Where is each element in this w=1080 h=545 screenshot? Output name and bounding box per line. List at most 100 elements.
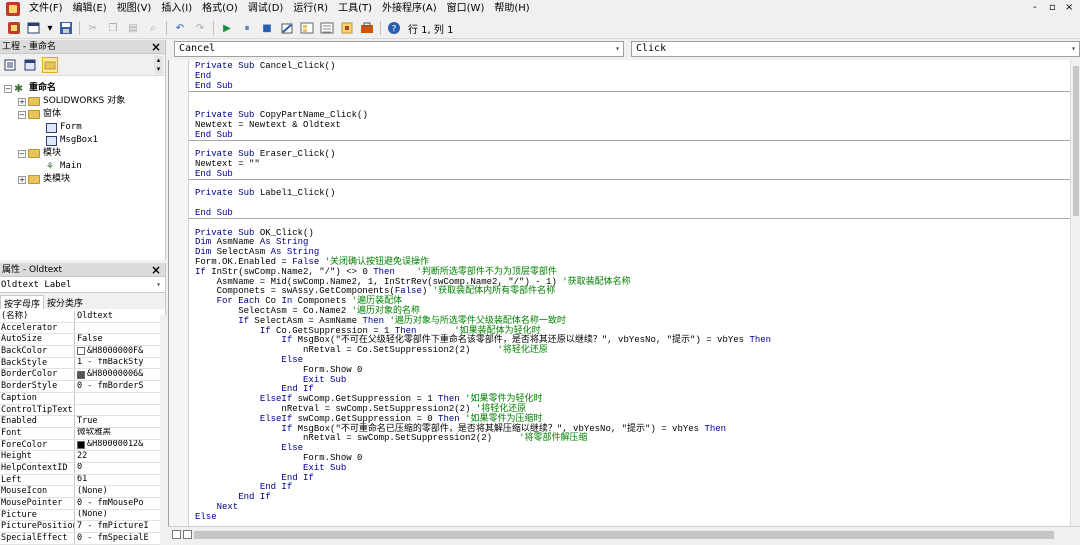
- tree-node-forms[interactable]: − 窗体: [18, 108, 61, 121]
- menu-help[interactable]: 帮助(H): [489, 0, 534, 18]
- property-row[interactable]: BorderColor &H80000006&: [0, 369, 160, 382]
- close-window-button[interactable]: ×: [1065, 1, 1073, 15]
- help-icon[interactable]: ?: [386, 20, 402, 36]
- minimize-button[interactable]: -: [1033, 1, 1037, 15]
- property-row[interactable]: Font 微软雅黑: [0, 427, 160, 440]
- property-row[interactable]: (名称) Oldtext: [0, 311, 160, 323]
- code-line[interactable]: End If: [195, 482, 292, 492]
- save-icon[interactable]: [58, 20, 74, 36]
- toolbox-icon[interactable]: [359, 20, 375, 36]
- collapse-icon[interactable]: −: [18, 149, 26, 158]
- menu-addins[interactable]: 外接程序(A): [377, 0, 442, 18]
- copy-icon[interactable]: ❐: [105, 20, 121, 36]
- view-code-icon[interactable]: [2, 57, 18, 73]
- object-combo[interactable]: Cancel ▾: [174, 41, 624, 57]
- code-line[interactable]: Exit Sub: [195, 375, 346, 385]
- view-object-icon[interactable]: [22, 57, 38, 73]
- code-line[interactable]: Else: [195, 355, 303, 365]
- vba-app-icon[interactable]: [6, 2, 20, 16]
- menu-tools[interactable]: 工具(T): [333, 0, 377, 18]
- code-line[interactable]: Private Sub OK_Click(): [195, 228, 314, 238]
- code-line[interactable]: Componets = swAssy.GetComponents(False) …: [195, 286, 555, 296]
- collapse-icon[interactable]: −: [18, 110, 26, 119]
- code-line[interactable]: nRetval = Co.SetSuppression2(2) '将轻化还原: [195, 345, 548, 355]
- reset-icon[interactable]: ■: [259, 20, 275, 36]
- restore-button[interactable]: ▫: [1049, 1, 1056, 15]
- code-line[interactable]: End If: [195, 492, 270, 502]
- menu-run[interactable]: 运行(R): [288, 0, 333, 18]
- view-host-app-icon[interactable]: [6, 20, 22, 36]
- menu-view[interactable]: 视图(V): [112, 0, 157, 18]
- collapse-icon[interactable]: −: [4, 84, 12, 93]
- property-row[interactable]: MouseIcon (None): [0, 486, 160, 498]
- code-line[interactable]: nRetval = swComp.SetSuppression2(2) '将零部…: [195, 433, 587, 443]
- object-browser-icon[interactable]: [339, 20, 355, 36]
- property-row[interactable]: BorderStyle 0 - fmBorderS: [0, 381, 160, 393]
- code-line[interactable]: End Sub: [195, 208, 233, 218]
- code-line[interactable]: Form.Show 0: [195, 453, 362, 463]
- property-row[interactable]: Height 22: [0, 451, 160, 463]
- code-line[interactable]: If MsgBox("不可在父级轻化零部件下重命名该零部件，是否将其还原以继续？…: [195, 335, 771, 345]
- property-row[interactable]: Caption: [0, 392, 160, 405]
- run-icon[interactable]: ▶: [219, 20, 235, 36]
- code-line[interactable]: End Sub: [195, 169, 233, 179]
- tree-node-msgbox1[interactable]: MsgBox1: [46, 134, 98, 147]
- code-line[interactable]: End If: [195, 384, 313, 394]
- code-line[interactable]: Dim SelectAsm As String: [195, 247, 319, 257]
- code-line[interactable]: Exit Sub: [195, 463, 346, 473]
- find-icon[interactable]: ⌕: [145, 20, 161, 36]
- code-line[interactable]: If SelectAsm = AsmName Then '遍历对象与所选零件父级…: [195, 316, 566, 326]
- undo-icon[interactable]: ↶: [172, 20, 188, 36]
- toolbar-overflow-icon[interactable]: ▴ ▾: [154, 56, 163, 74]
- code-line[interactable]: End: [195, 71, 211, 81]
- tree-node-main[interactable]: ⚘ Main: [46, 160, 82, 173]
- code-line[interactable]: Form.OK.Enabled = False '关闭确认按钮避免误操作: [195, 257, 429, 267]
- code-line[interactable]: Private Sub CopyPartName_Click(): [195, 110, 368, 120]
- insert-userform-icon[interactable]: [26, 20, 42, 36]
- property-row[interactable]: ControlTipText: [0, 404, 160, 417]
- properties-close-button[interactable]: ×: [151, 263, 161, 277]
- menu-file[interactable]: 文件(F): [24, 0, 68, 18]
- property-row[interactable]: SpecialEffect 0 - fmSpecialE: [0, 533, 160, 545]
- menu-format[interactable]: 格式(O): [197, 0, 243, 18]
- procedure-combo[interactable]: Click ▾: [631, 41, 1080, 57]
- pause-icon[interactable]: ⏸: [239, 20, 255, 36]
- code-line[interactable]: Newtext = Newtext & Oldtext: [195, 120, 341, 130]
- properties-scrollbar[interactable]: [160, 315, 166, 544]
- scroll-thumb[interactable]: [1073, 66, 1079, 216]
- tab-alphabetic[interactable]: 按字母序: [0, 295, 45, 310]
- property-row[interactable]: Enabled True: [0, 416, 160, 428]
- project-pane-close-button[interactable]: ×: [151, 40, 161, 54]
- property-row[interactable]: ForeColor &H80000012&: [0, 439, 160, 452]
- tab-categorized[interactable]: 按分类序: [44, 295, 86, 309]
- code-horizontal-scrollbar[interactable]: [168, 526, 1080, 544]
- code-margin[interactable]: [169, 60, 189, 526]
- property-row[interactable]: BackColor &H8000000F&: [0, 346, 160, 358]
- property-row[interactable]: AutoSize False: [0, 334, 160, 347]
- redo-icon[interactable]: ↷: [192, 20, 208, 36]
- code-line[interactable]: Private Sub Eraser_Click(): [195, 149, 335, 159]
- code-line[interactable]: Form.Show 0: [195, 365, 362, 375]
- code-line[interactable]: Newtext = "": [195, 159, 260, 169]
- dropdown-arrow-icon[interactable]: ▾: [46, 20, 54, 36]
- expand-icon[interactable]: +: [18, 97, 26, 106]
- procedure-view-icon[interactable]: [172, 530, 181, 539]
- chevron-down-icon[interactable]: ▾: [1071, 42, 1076, 56]
- property-row[interactable]: Accelerator: [0, 322, 160, 335]
- tree-node-solidworks-objects[interactable]: + SOLIDWORKS 对象: [18, 95, 125, 108]
- design-mode-icon[interactable]: [279, 20, 295, 36]
- toggle-folders-icon[interactable]: [42, 56, 58, 73]
- menu-window[interactable]: 窗口(W): [442, 0, 490, 18]
- code-line[interactable]: For Each Co In Componets '遍历装配体: [195, 296, 402, 306]
- tree-node-modules[interactable]: − 模块: [18, 147, 61, 160]
- code-line[interactable]: nRetval = swComp.SetSuppression2(2) '将轻化…: [195, 404, 526, 414]
- code-line[interactable]: Else: [195, 443, 303, 453]
- code-line[interactable]: ElseIf swComp.GetSuppression = 0 Then '如…: [195, 414, 543, 424]
- object-selector-combo[interactable]: Oldtext Label ▾: [0, 277, 165, 293]
- code-line[interactable]: ElseIf swComp.GetSuppression = 1 Then '如…: [195, 394, 543, 404]
- code-line[interactable]: Next: [195, 502, 239, 512]
- code-line[interactable]: End Sub: [195, 130, 233, 140]
- cut-icon[interactable]: ✂: [85, 20, 101, 36]
- code-line[interactable]: Private Sub Label1_Click(): [195, 188, 335, 198]
- scroll-thumb[interactable]: [194, 531, 1054, 539]
